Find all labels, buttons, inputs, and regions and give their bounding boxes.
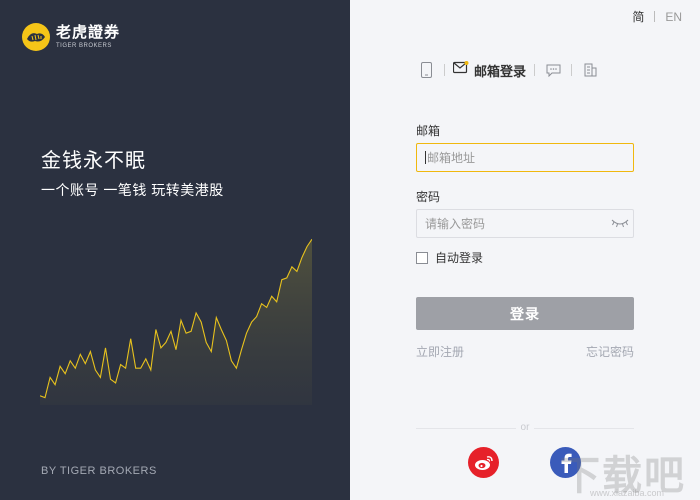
weibo-icon[interactable] [468, 447, 499, 478]
sub-slogan: 一个账号 一笔钱 玩转美港股 [41, 182, 224, 198]
forgot-password-link[interactable]: 忘记密码 [586, 343, 634, 360]
auto-login-option[interactable]: 自动登录 [416, 249, 483, 266]
tab-email-login[interactable]: 邮箱登录 [452, 61, 527, 80]
language-switch: 简 EN [632, 8, 682, 25]
mail-icon [452, 61, 469, 79]
password-placeholder: 请输入密码 [425, 217, 486, 231]
chart-area [40, 239, 312, 405]
divider-or: or [516, 422, 534, 433]
auto-login-checkbox[interactable] [416, 251, 428, 264]
email-placeholder: 邮箱地址 [427, 151, 476, 165]
promo-panel: 老虎證券 TIGER BROKERS 金钱永不眠 一个账号 一笔钱 玩转美港股 … [0, 0, 350, 500]
password-input[interactable]: 请输入密码 [416, 209, 634, 238]
eye-closed-icon[interactable] [611, 217, 629, 232]
tab-divider [444, 64, 445, 76]
auto-login-label: 自动登录 [435, 251, 484, 265]
building-icon[interactable] [580, 60, 600, 80]
slogan: 金钱永不眠 [41, 150, 146, 172]
lang-en[interactable]: EN [665, 10, 682, 24]
tab-divider [571, 64, 573, 76]
password-label: 密码 [416, 190, 441, 204]
register-link[interactable]: 立即注册 [416, 343, 464, 360]
lang-zh[interactable]: 简 [632, 8, 644, 25]
tab-divider [534, 64, 536, 76]
login-method-tabs: 邮箱登录 [416, 60, 600, 80]
login-button[interactable]: 登录 [416, 297, 634, 330]
brand: 老虎證券 TIGER BROKERS [22, 23, 120, 51]
brand-name: 老虎證券 [56, 24, 121, 41]
email-label: 邮箱 [416, 124, 441, 138]
lang-divider [654, 11, 656, 22]
decorative-stock-chart [40, 238, 312, 405]
tab-email-label: 邮箱登录 [474, 63, 527, 79]
watermark-url: www.xiazaiba.com [590, 488, 665, 498]
phone-icon[interactable] [416, 60, 436, 80]
footer-credit: BY TIGER BROKERS [41, 465, 157, 477]
login-panel: 简 EN 邮箱登录 邮箱 邮箱地址 密码 请输入密码 自动登录 登录 立即注册 … [350, 0, 700, 500]
tiger-logo-icon [22, 23, 50, 51]
text-caret [425, 151, 426, 164]
email-input[interactable]: 邮箱地址 [416, 143, 634, 172]
wechat-icon[interactable] [543, 60, 563, 80]
brand-subtitle: TIGER BROKERS [56, 43, 112, 49]
